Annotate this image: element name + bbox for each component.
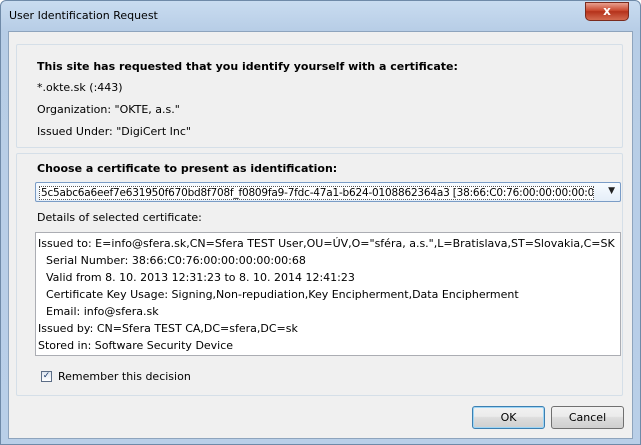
certificate-select[interactable]: 5c5abc6a6eef7e631950f670bd8f708f_f0809fa… [35,182,621,202]
request-host: *.okte.sk (:443) [37,81,123,94]
certificate-details-box[interactable]: Issued to: E=info@sfera.sk,CN=Sfera TEST… [35,232,621,356]
details-stored-in: Stored in: Software Security Device [38,339,234,352]
details-key-usage: Certificate Key Usage: Signing,Non-repud… [46,288,519,301]
close-button[interactable]: x [585,2,629,21]
dialog-title: User Identification Request [9,9,158,22]
details-issued-by: Issued by: CN=Sfera TEST CA,DC=sfera,DC=… [38,322,298,335]
checkmark-icon: ✓ [42,371,51,381]
cancel-button[interactable]: Cancel [551,406,624,429]
ok-button[interactable]: OK [472,406,545,429]
chevron-down-icon[interactable]: ▼ [608,186,615,196]
chooser-heading: Choose a certificate to present as ident… [37,162,338,175]
details-label: Details of selected certificate: [37,211,202,224]
remember-label[interactable]: Remember this decision [58,370,191,383]
request-heading: This site has requested that you identif… [37,60,458,73]
details-email: Email: info@sfera.sk [46,305,159,318]
close-icon: x [603,4,611,18]
details-serial-number: Serial Number: 38:66:C0:76:00:00:00:00:0… [46,254,306,267]
remember-checkbox[interactable]: ✓ [41,371,52,382]
details-issued-to: Issued to: E=info@sfera.sk,CN=Sfera TEST… [38,237,615,250]
request-issued-under: Issued Under: "DigiCert Inc" [37,125,191,138]
details-validity: Valid from 8. 10. 2013 12:31:23 to 8. 10… [46,271,355,284]
request-organization: Organization: "OKTE, a.s." [37,103,180,116]
certificate-select-value: 5c5abc6a6eef7e631950f670bd8f708f_f0809fa… [39,186,594,200]
title-bar[interactable]: User Identification Request x [1,1,640,31]
